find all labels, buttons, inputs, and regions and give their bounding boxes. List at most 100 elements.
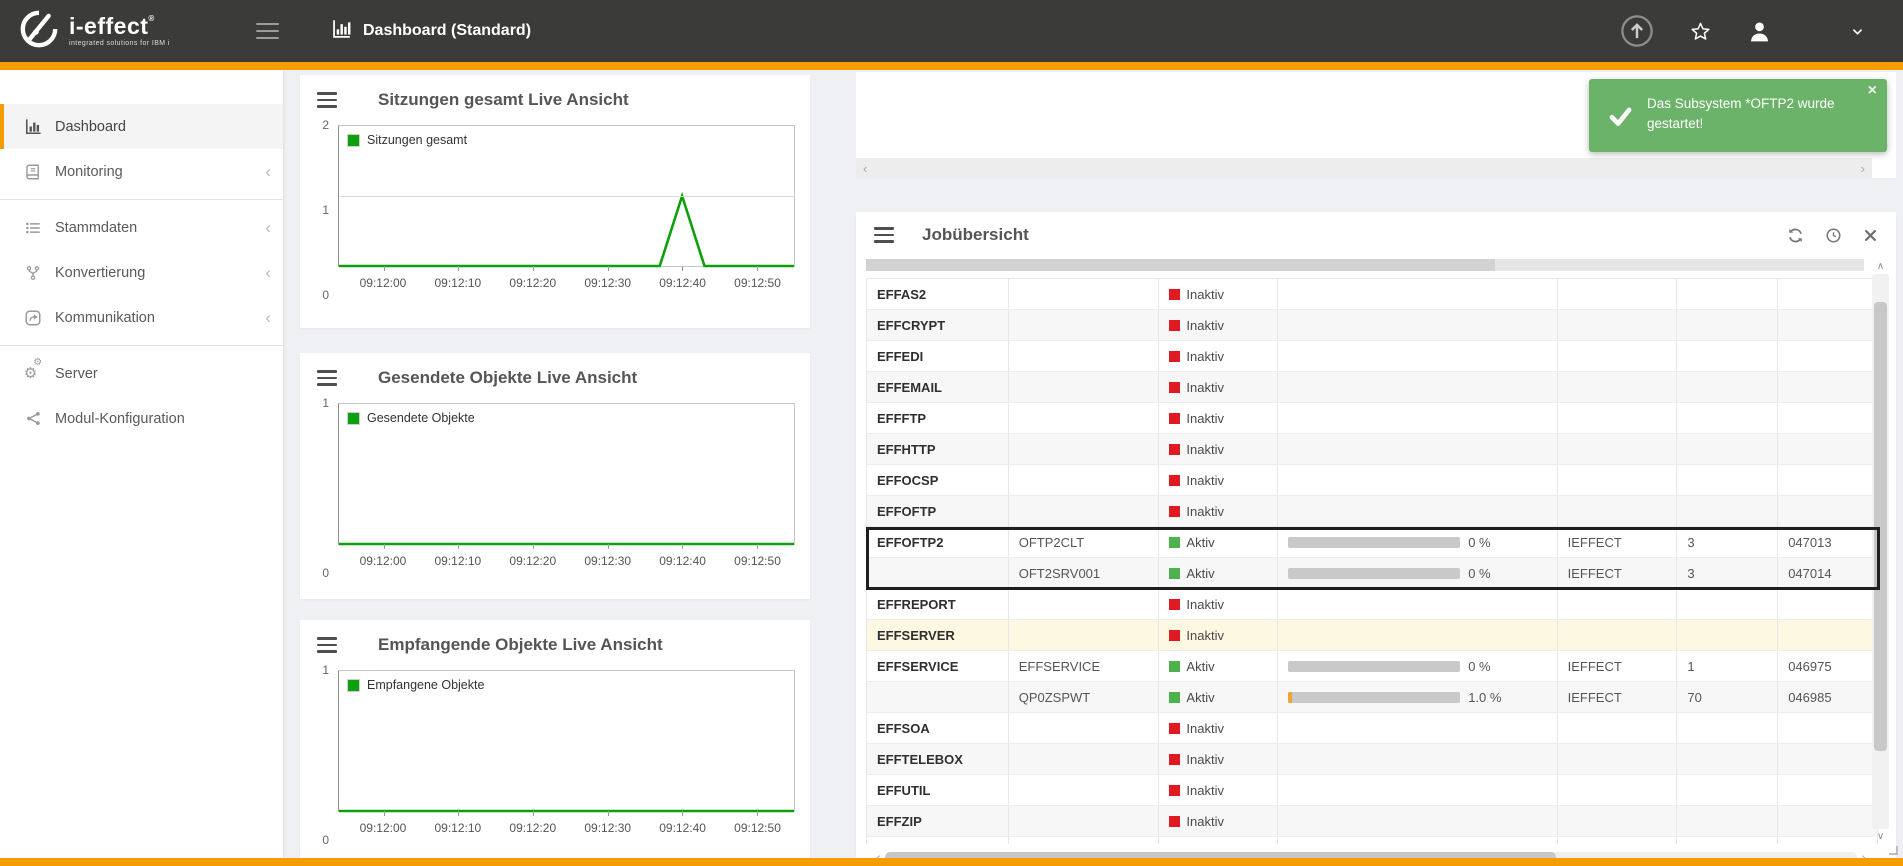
- sidebar-item-monitoring[interactable]: Monitoring ‹: [0, 149, 283, 194]
- table-row[interactable]: EFFOFTP Inaktiv: [867, 496, 1877, 527]
- sidebar-divider: [0, 199, 283, 200]
- table-row[interactable]: EFFCRYPT Inaktiv: [867, 310, 1877, 341]
- scroll-left-icon[interactable]: ‹: [863, 161, 867, 176]
- job-user: [1558, 806, 1678, 836]
- list-icon: [20, 219, 46, 237]
- sidebar-item-konvertierung[interactable]: Konvertierung ‹: [0, 250, 283, 295]
- job-count: 3: [1677, 558, 1778, 588]
- refresh-icon[interactable]: [1787, 227, 1804, 244]
- x-axis-tick-label: 09:12:20: [509, 821, 556, 835]
- job-number: [1778, 713, 1877, 743]
- job-name: EFFAS2: [867, 279, 1009, 309]
- job-number: [1778, 744, 1877, 774]
- resize-handle[interactable]: [1889, 846, 1898, 855]
- job-progress: [1278, 496, 1557, 526]
- horizontal-scrollbar[interactable]: ‹ ›: [856, 158, 1872, 178]
- table-row[interactable]: EFFAS2 Inaktiv: [867, 279, 1877, 310]
- table-row[interactable]: EFFUTIL Inaktiv: [867, 775, 1877, 806]
- job-name: EFFREPORT: [867, 589, 1009, 619]
- table-row[interactable]: EFFZIP Inaktiv: [867, 806, 1877, 837]
- sidebar-item-modul-konfiguration[interactable]: Modul-Konfiguration: [0, 396, 283, 441]
- job-count: [1677, 775, 1778, 805]
- table-row[interactable]: EFFSERVER Inaktiv: [867, 620, 1877, 651]
- panel-menu-icon[interactable]: [317, 370, 337, 386]
- job-status: Inaktiv: [1159, 434, 1278, 464]
- table-scrollbar-vertical[interactable]: ∧ ∨: [1872, 259, 1889, 844]
- table-row[interactable]: EFFOCSP Inaktiv: [867, 465, 1877, 496]
- user-icon[interactable]: [1747, 19, 1772, 44]
- table-row[interactable]: EFFTELEBOX Inaktiv: [867, 744, 1877, 775]
- table-row[interactable]: [867, 837, 1877, 844]
- chart-panel: Empfangende Objekte Live Ansicht 10 Empf…: [300, 620, 810, 858]
- job-name: EFFFTP: [867, 403, 1009, 433]
- sidebar-item-kommunikation[interactable]: Kommunikation ‹: [0, 295, 283, 340]
- table-row[interactable]: OFT2SRV001 Aktiv 0 % IEFFECT 3 047014: [867, 558, 1877, 589]
- job-instance: [1009, 496, 1160, 526]
- table-row[interactable]: QP0ZSPWT Aktiv 1.0 % IEFFECT 70 046985: [867, 682, 1877, 713]
- sidebar-item-stammdaten[interactable]: Stammdaten ‹: [0, 205, 283, 250]
- table-row[interactable]: EFFHTTP Inaktiv: [867, 434, 1877, 465]
- legend-swatch: [347, 412, 360, 425]
- table-row[interactable]: EFFEMAIL Inaktiv: [867, 372, 1877, 403]
- close-icon[interactable]: ×: [1868, 83, 1877, 99]
- x-axis-tick-label: 09:12:20: [509, 554, 556, 568]
- scrollbar-track[interactable]: [1872, 274, 1889, 829]
- table-row[interactable]: EFFOFTP2 OFTP2CLT Aktiv 0 % IEFFECT 3 04…: [867, 527, 1877, 558]
- status-label: Inaktiv: [1186, 597, 1224, 612]
- x-axis-tick-label: 09:12:30: [584, 821, 631, 835]
- table-row[interactable]: EFFSERVICE EFFSERVICE Aktiv 0 % IEFFECT …: [867, 651, 1877, 682]
- upload-icon[interactable]: [1620, 14, 1654, 48]
- star-icon[interactable]: [1690, 21, 1711, 42]
- registered-mark: ®: [148, 14, 154, 23]
- job-user: [1558, 403, 1678, 433]
- x-axis-tick-label: 09:12:00: [360, 821, 407, 835]
- accent-bar-top: [0, 62, 1903, 70]
- job-instance: [1009, 341, 1160, 371]
- table-row[interactable]: EFFEDI Inaktiv: [867, 341, 1877, 372]
- panel-menu-icon[interactable]: [317, 637, 337, 653]
- x-axis-tick-label: 09:12:30: [584, 276, 631, 290]
- panel-menu-icon[interactable]: [317, 92, 337, 108]
- sidebar-toggle-icon[interactable]: [256, 23, 279, 40]
- table-scrollbar-top[interactable]: [866, 259, 1864, 271]
- sidebar-item-dashboard[interactable]: Dashboard: [0, 104, 283, 149]
- panel-menu-icon[interactable]: [874, 227, 894, 243]
- app-logo[interactable]: i-effect® integrated solutions for IBM i: [18, 8, 242, 55]
- table-row[interactable]: EFFFTP Inaktiv: [867, 403, 1877, 434]
- job-instance: [1009, 310, 1160, 340]
- scroll-down-icon[interactable]: ∨: [1872, 829, 1889, 844]
- job-instance: QP0ZSPWT: [1009, 682, 1160, 712]
- table-row[interactable]: EFFREPORT Inaktiv: [867, 589, 1877, 620]
- job-number: [1778, 403, 1877, 433]
- job-count: [1677, 744, 1778, 774]
- clock-icon[interactable]: [1825, 227, 1842, 244]
- table-row[interactable]: EFFSOA Inaktiv: [867, 713, 1877, 744]
- chart-legend: Gesendete Objekte: [347, 411, 475, 425]
- book-icon: [20, 163, 46, 181]
- legend-label: Gesendete Objekte: [367, 411, 475, 425]
- job-instance: [1009, 775, 1160, 805]
- progress-bar: [1288, 661, 1460, 672]
- toast-message: Das Subsystem *OFTP2 wurde gestartet!: [1589, 79, 1887, 149]
- job-progress: [1278, 403, 1557, 433]
- scrollbar-thumb[interactable]: [1874, 302, 1887, 752]
- job-panel-header: Jobübersicht: [856, 212, 1896, 258]
- close-icon[interactable]: [1863, 228, 1878, 243]
- scrollbar-thumb[interactable]: [866, 259, 1495, 271]
- job-number: 046975: [1778, 651, 1877, 681]
- job-count: [1677, 279, 1778, 309]
- job-status: Inaktiv: [1159, 465, 1278, 495]
- y-axis-tick: 2: [322, 118, 329, 132]
- scroll-right-icon[interactable]: ›: [1861, 161, 1865, 176]
- x-axis-labels: 09:12:0009:12:1009:12:2009:12:3009:12:40…: [338, 267, 795, 295]
- status-square: [1169, 444, 1180, 455]
- scroll-up-icon[interactable]: ∧: [1872, 259, 1889, 274]
- y-axis-labels: 10: [306, 670, 338, 840]
- progress-label: 0 %: [1468, 566, 1490, 581]
- y-axis-tick: 1: [322, 203, 329, 217]
- sidebar-item-server[interactable]: ⚙⚙ Server: [0, 351, 283, 396]
- chevron-down-icon[interactable]: [1850, 24, 1865, 39]
- job-progress: [1278, 589, 1557, 619]
- chart-line-svg: [339, 404, 794, 544]
- gridline: [339, 196, 794, 197]
